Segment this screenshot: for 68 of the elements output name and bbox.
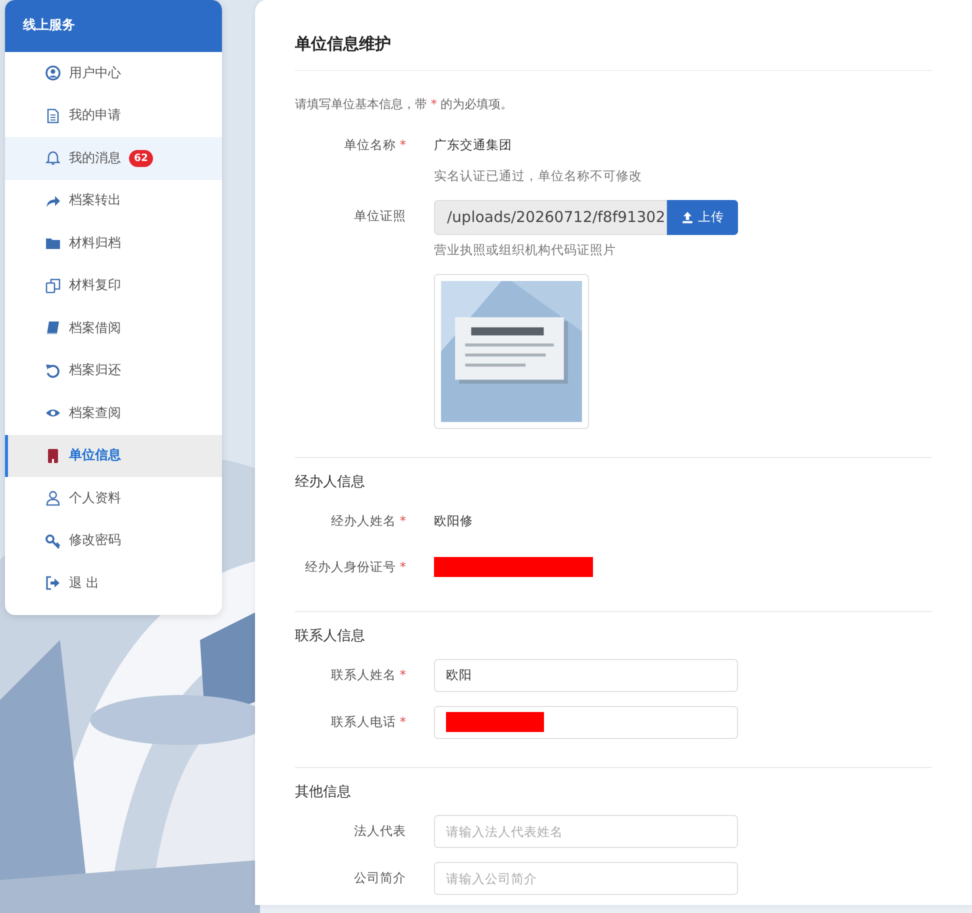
sidebar-item[interactable]: 档案查阅 bbox=[5, 392, 222, 434]
sidebar-item[interactable]: 我的消息 62 bbox=[5, 137, 222, 180]
section-title: 经办人信息 bbox=[295, 472, 366, 492]
sidebar-title: 线上服务 bbox=[5, 0, 222, 52]
required-mark: * bbox=[400, 137, 406, 152]
logout-icon bbox=[45, 575, 61, 592]
bell-icon bbox=[45, 150, 61, 166]
required-mark: * bbox=[400, 666, 406, 682]
unread-count: 62 bbox=[129, 150, 153, 167]
sidebar-item[interactable]: 材料复印 bbox=[5, 264, 222, 307]
sidebar-item[interactable]: 个人资料 bbox=[5, 477, 222, 520]
sidebar-item-label: 个人资料 bbox=[69, 490, 121, 508]
sidebar-item-label: 档案查阅 bbox=[69, 404, 121, 422]
user-circle-icon bbox=[45, 65, 61, 82]
intro-text: 请填写单位基本信息，带 * 的为必填项。 bbox=[295, 96, 514, 113]
sidebar-item-label: 退 出 bbox=[69, 574, 100, 592]
required-mark: * bbox=[400, 714, 406, 728]
sidebar-item-label: 修改密码 bbox=[69, 532, 121, 550]
sidebar-item-label: 材料复印 bbox=[69, 277, 121, 295]
book-icon bbox=[45, 320, 61, 336]
upload-button[interactable]: 上传 bbox=[667, 200, 738, 235]
field-label: 联系人电话 bbox=[330, 714, 396, 728]
required-mark: * bbox=[400, 558, 406, 574]
sidebar-item[interactable]: 档案转出 bbox=[5, 180, 222, 222]
sidebar-item-label: 档案转出 bbox=[69, 192, 121, 210]
sidebar-item[interactable]: 单位信息 bbox=[5, 434, 222, 477]
field-label: 联系人姓名 bbox=[330, 666, 396, 682]
required-mark: * bbox=[400, 512, 406, 528]
field-label: 经办人姓名 bbox=[330, 512, 396, 528]
field-label: 单位名称 bbox=[344, 137, 396, 152]
sidebar-item-label: 材料归档 bbox=[69, 234, 121, 252]
input-field[interactable]: 请输入公司简介 bbox=[434, 862, 738, 894]
sidebar-item-label: 用户中心 bbox=[69, 64, 121, 82]
input-field[interactable]: 欧阳 bbox=[434, 658, 738, 692]
document-icon bbox=[45, 108, 61, 124]
sidebar-item[interactable]: 材料归档 bbox=[5, 222, 222, 264]
building-icon bbox=[45, 448, 61, 464]
key-icon bbox=[45, 532, 61, 549]
field-label: 公司简介 bbox=[353, 868, 407, 886]
upload-icon bbox=[681, 210, 694, 224]
sidebar-item[interactable]: 档案借阅 bbox=[5, 307, 222, 350]
field-value: 欧阳修 bbox=[434, 512, 474, 530]
field-hint: 实名认证已通过，单位名称不可修改 bbox=[434, 167, 643, 185]
sidebar-item-label: 我的申请 bbox=[69, 107, 121, 125]
section-title: 联系人信息 bbox=[295, 626, 366, 646]
field-hint: 营业执照或组织机构代码证照片 bbox=[434, 240, 617, 259]
field-value: 广东交通集团 bbox=[434, 136, 513, 154]
field-label: 单位证照 bbox=[353, 206, 407, 225]
sidebar-item[interactable]: 用户中心 bbox=[5, 52, 222, 94]
page-title: 单位信息维护 bbox=[295, 32, 932, 71]
undo-icon bbox=[45, 362, 61, 379]
input-field[interactable] bbox=[434, 706, 738, 738]
sidebar-item[interactable]: 我的申请 bbox=[5, 94, 222, 137]
sidebar-item[interactable]: 档案归还 bbox=[5, 350, 222, 392]
sidebar-item-label: 单位信息 bbox=[69, 447, 121, 465]
image-thumbnail[interactable] bbox=[434, 274, 589, 428]
sidebar-item[interactable]: 修改密码 bbox=[5, 520, 222, 562]
field-label: 法人代表 bbox=[353, 822, 407, 840]
sidebar-item-label: 我的消息 bbox=[69, 150, 121, 168]
copy-icon bbox=[45, 278, 61, 294]
person-icon bbox=[45, 490, 61, 506]
section-title: 其他信息 bbox=[295, 782, 352, 802]
file-path-field[interactable]: /uploads/20260712/f8f91302 bbox=[434, 200, 667, 235]
field-label: 经办人身份证号 bbox=[304, 558, 396, 574]
sidebar-item[interactable]: 退 出 bbox=[5, 562, 222, 604]
sidebar-item-label: 档案归还 bbox=[69, 362, 121, 380]
sidebar-item-label: 档案借阅 bbox=[69, 320, 121, 338]
input-field[interactable]: 请输入法人代表姓名 bbox=[434, 814, 738, 848]
